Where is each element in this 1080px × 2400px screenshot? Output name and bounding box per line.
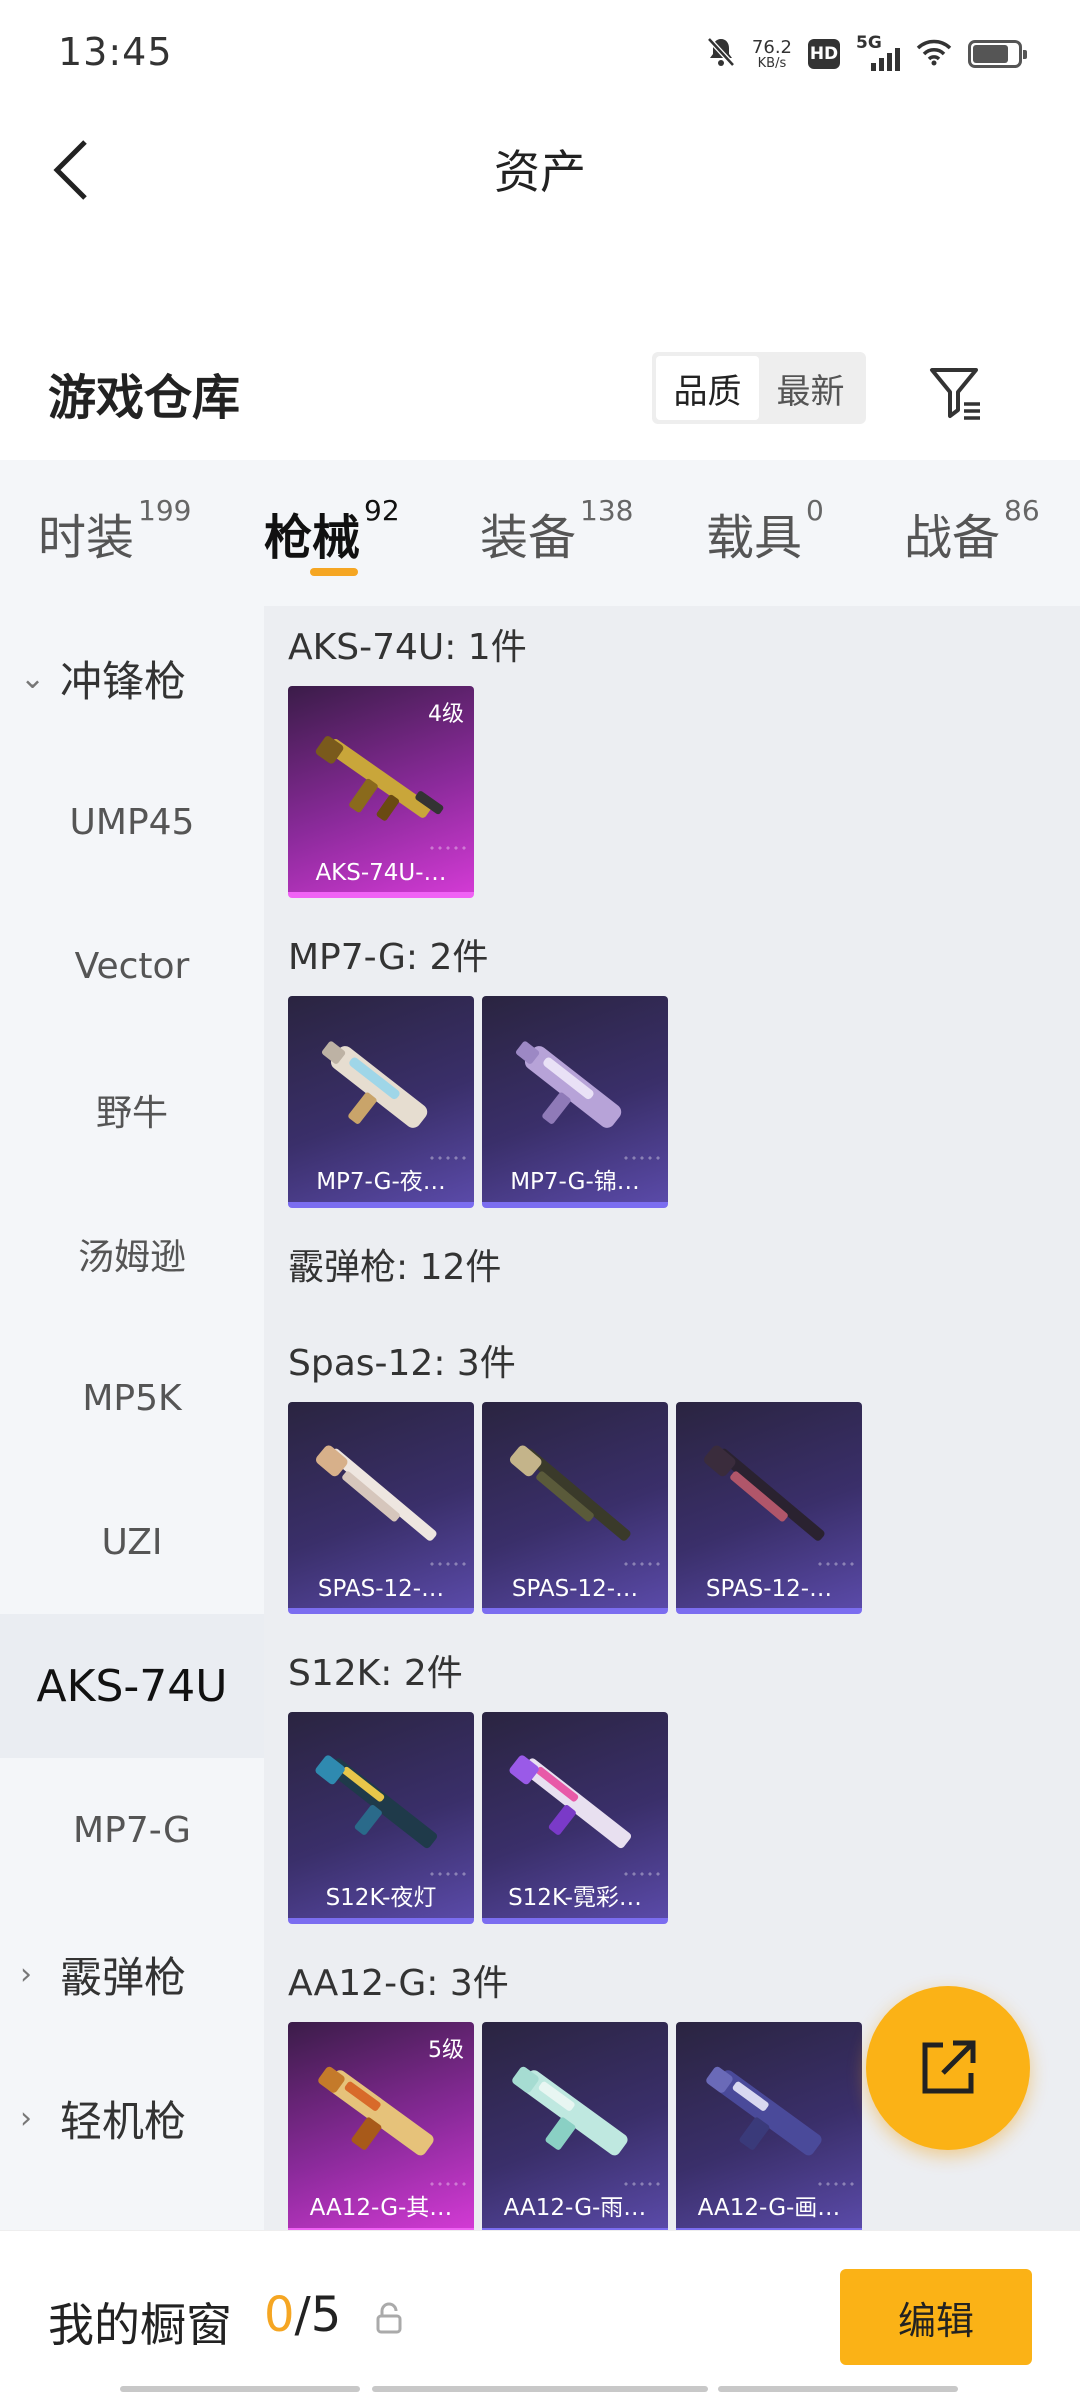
battery-icon — [968, 40, 1027, 68]
tab-vehicles[interactable]: 载具 0 — [706, 494, 824, 598]
nav-gesture-bar — [372, 2386, 708, 2392]
weapon-name: AA12-G-其… — [309, 2195, 453, 2221]
sidebar-item-vector[interactable]: Vector — [0, 894, 264, 1038]
smg-icon — [321, 1041, 428, 1128]
header: 资产 — [0, 108, 1080, 228]
sidebar-item-aks74u[interactable]: AKS-74U — [0, 1614, 264, 1758]
filter-button[interactable] — [920, 356, 992, 428]
tab-equipment[interactable]: 装备 138 — [480, 494, 633, 598]
shotgun-icon — [703, 1445, 825, 1541]
sidebar-item-mp7g[interactable]: MP7-G — [0, 1758, 264, 1902]
section-title: MP7-G: 2件 — [288, 937, 489, 978]
showcase-count: 0/5 — [264, 2287, 342, 2343]
weapon-card[interactable]: AA12-G-画… — [676, 2022, 862, 2230]
hd-icon: HD — [808, 39, 840, 69]
level-badge: 5级 — [428, 2038, 464, 2063]
weapon-card[interactable]: MP7-G-锦… — [482, 996, 668, 1208]
pattern-decoration — [622, 1560, 662, 1570]
shotgun-icon — [315, 1445, 437, 1541]
showcase-bar: 我的橱窗 0/5 编辑 — [0, 2230, 1080, 2400]
section-title: AA12-G: 3件 — [288, 1963, 509, 2004]
weapon-name: AA12-G-画… — [697, 2195, 841, 2221]
weapon-card[interactable]: AA12-G-雨… — [482, 2022, 668, 2230]
weapon-name: SPAS-12-… — [705, 1576, 833, 1602]
chevron-right-icon: › — [20, 1956, 32, 1992]
warehouse-row: 游戏仓库 品质 最新 — [0, 330, 1080, 460]
pattern-decoration — [428, 844, 468, 854]
sidebar-group-lmg[interactable]: › 轻机枪 — [0, 2046, 264, 2190]
sidebar-group-smg[interactable]: ⌄ 冲锋枪 — [0, 606, 264, 750]
weapon-card[interactable]: SPAS-12-… — [676, 1402, 862, 1614]
section-title: 霰弹枪: 12件 — [288, 1247, 502, 1288]
nav-gesture-bar — [120, 2386, 360, 2392]
weapon-card[interactable]: 5级 AA12-G-其… — [288, 2022, 474, 2230]
weapon-name: SPAS-12-… — [511, 1576, 639, 1602]
net-speed: 76.2 KB/s — [751, 36, 792, 71]
chevron-right-icon: › — [20, 2100, 32, 2136]
nav-gesture-bar — [718, 2386, 958, 2392]
warehouse-title: 游戏仓库 — [48, 370, 241, 426]
sidebar-group-shotgun[interactable]: › 霰弹枪 — [0, 1902, 264, 2046]
weapon-name: MP7-G-锦… — [510, 1169, 640, 1195]
level-badge: 4级 — [428, 702, 464, 727]
showcase-label: 我的橱窗 — [48, 2298, 232, 2352]
weapon-name: MP7-G-夜… — [316, 1169, 446, 1195]
weapon-name: S12K-夜灯 — [325, 1885, 437, 1911]
weapon-card[interactable]: 4级 AKS-74U-… — [288, 686, 474, 898]
sort-option-quality[interactable]: 品质 — [656, 356, 759, 420]
sidebar-item-bizon[interactable]: 野牛 — [0, 1038, 264, 1182]
weapon-name: S12K-霓彩… — [508, 1885, 642, 1911]
weapon-card[interactable]: S12K-霓彩… — [482, 1712, 668, 1924]
edit-button[interactable]: 编辑 — [840, 2269, 1032, 2365]
sort-toggle: 品质 最新 — [652, 352, 866, 424]
status-bar: 13:45 76.2 KB/s HD 5G — [0, 0, 1080, 108]
sidebar-item-thompson[interactable]: 汤姆逊 — [0, 1182, 264, 1326]
category-tabs: 时装 199 枪械 92 装备 138 载具 0 战备 86 — [0, 460, 1080, 606]
filter-icon — [930, 368, 980, 420]
pattern-decoration — [428, 1560, 468, 1570]
weapon-type-sidebar: ⌄ 冲锋枪 UMP45 Vector 野牛 汤姆逊 MP5K UZI AKS-7… — [0, 606, 264, 2230]
section-title: Spas-12: 3件 — [288, 1343, 516, 1384]
status-time: 13:45 — [58, 30, 173, 74]
section-title: AKS-74U: 1件 — [288, 627, 527, 668]
weapon-name: AA12-G-雨… — [503, 2195, 647, 2221]
weapon-name: AKS-74U-… — [315, 860, 447, 886]
tab-tactical[interactable]: 战备 86 — [904, 494, 1040, 598]
shotgun-icon — [512, 2066, 628, 2156]
wifi-icon — [916, 38, 952, 70]
sort-option-newest[interactable]: 最新 — [759, 356, 862, 420]
weapon-card[interactable]: SPAS-12-… — [288, 1402, 474, 1614]
page-title: 资产 — [494, 145, 586, 199]
lock-icon — [376, 2302, 402, 2334]
signal-icon: 5G — [856, 33, 900, 71]
shotgun-icon — [315, 1755, 438, 1849]
weapon-card[interactable]: S12K-夜灯 — [288, 1712, 474, 1924]
sidebar-item-uzi[interactable]: UZI — [0, 1470, 264, 1614]
rifle-icon — [315, 736, 444, 821]
weapon-card[interactable]: MP7-G-夜… — [288, 996, 474, 1208]
tab-fashion[interactable]: 时装 199 — [38, 494, 191, 598]
active-tab-indicator — [310, 568, 358, 576]
status-icons: 76.2 KB/s HD 5G — [706, 33, 1027, 74]
shotgun-icon — [509, 1445, 631, 1541]
smg-icon — [515, 1041, 622, 1128]
share-icon — [922, 2040, 976, 2094]
tab-firearms[interactable]: 枪械 92 — [264, 494, 400, 598]
mute-icon — [706, 36, 736, 72]
sidebar-item-ump45[interactable]: UMP45 — [0, 750, 264, 894]
shotgun-icon — [509, 1755, 632, 1849]
section-title: S12K: 2件 — [288, 1653, 463, 1694]
chevron-down-icon: ⌄ — [20, 660, 46, 696]
share-button[interactable] — [866, 1986, 1030, 2150]
sidebar-item-mp5k[interactable]: MP5K — [0, 1326, 264, 1470]
shotgun-icon — [318, 2066, 434, 2156]
shotgun-icon — [706, 2066, 822, 2156]
weapon-name: SPAS-12-… — [317, 1576, 445, 1602]
weapon-card[interactable]: SPAS-12-… — [482, 1402, 668, 1614]
pattern-decoration — [816, 1560, 856, 1570]
